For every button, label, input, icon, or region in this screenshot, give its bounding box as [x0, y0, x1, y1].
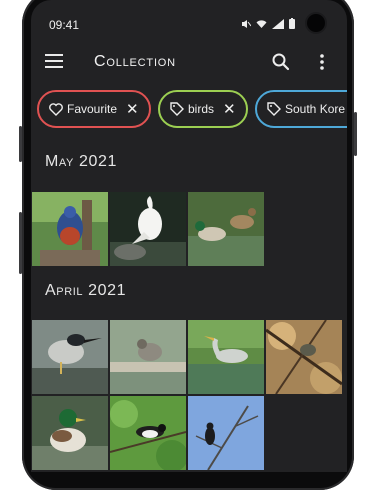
front-camera	[307, 14, 325, 32]
app-screen: 09:41 Collection Favourite ✕ birds ✕ Sou…	[31, 0, 347, 472]
volume-button	[19, 126, 22, 162]
chip-label: Favourite	[67, 102, 118, 116]
battery-icon	[289, 18, 295, 29]
search-icon[interactable]	[271, 52, 291, 72]
mallard-pair-photo[interactable]	[188, 192, 264, 266]
close-icon[interactable]: ✕	[126, 100, 139, 118]
app-bar: Collection	[31, 40, 347, 84]
heron-photo[interactable]	[188, 320, 264, 394]
chip-south-korea[interactable]: South Kore	[255, 90, 347, 128]
chip-favourite[interactable]: Favourite ✕	[37, 90, 151, 128]
volume-button-2	[19, 212, 22, 274]
chip-label: South Kore	[285, 102, 346, 116]
status-bar: 09:41	[31, 0, 347, 40]
mute-icon	[242, 19, 251, 28]
sky-bird-photo[interactable]	[188, 396, 264, 470]
blue-bird-photo[interactable]	[32, 192, 108, 266]
more-vert-icon[interactable]	[314, 52, 330, 72]
status-time: 09:41	[49, 18, 80, 32]
status-icons	[241, 18, 295, 29]
close-icon[interactable]: ✕	[223, 100, 236, 118]
egret-photo[interactable]	[110, 192, 186, 266]
heart-icon	[49, 102, 63, 116]
signal-icon	[272, 18, 284, 29]
grey-bird-photo[interactable]	[110, 320, 186, 394]
mallard-photo[interactable]	[32, 396, 108, 470]
section-title-may-2021: May 2021	[45, 153, 118, 170]
wifi-icon	[256, 19, 267, 28]
filter-chips: Favourite ✕ birds ✕ South Kore	[31, 90, 347, 134]
chip-birds[interactable]: birds ✕	[158, 90, 248, 128]
chip-label: birds	[188, 102, 215, 116]
magpie-photo[interactable]	[110, 396, 186, 470]
tag-icon	[170, 102, 184, 116]
section-title-april-2021: April 2021	[45, 282, 127, 299]
menu-icon[interactable]	[45, 54, 63, 68]
branch-bird-photo[interactable]	[266, 320, 342, 394]
tag-icon	[267, 102, 281, 116]
night-heron-photo[interactable]	[32, 320, 108, 394]
power-button	[354, 112, 357, 156]
page-title: Collection	[94, 53, 176, 70]
